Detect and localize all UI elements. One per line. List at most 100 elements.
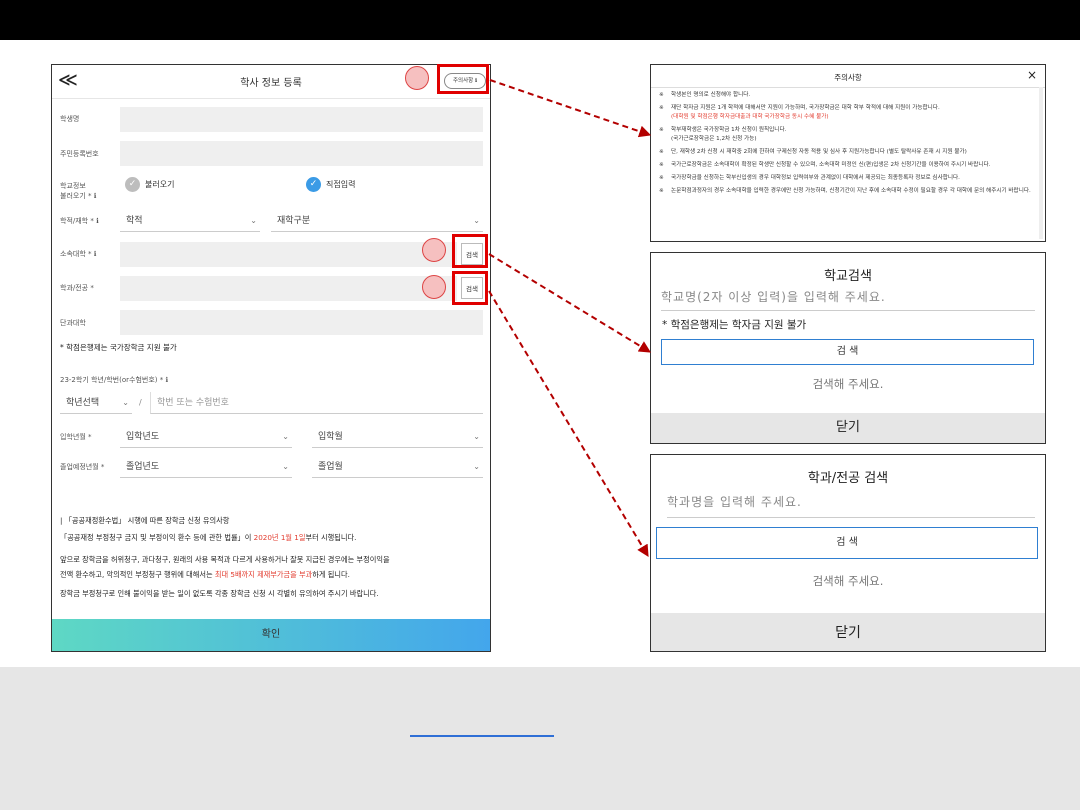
chevron-down-icon: ⌄ [122,398,129,407]
arrow-to-caution [489,79,652,138]
dept-search-input[interactable]: 학과명을 입력해 주세요. [667,493,1035,518]
caution-dialog: 주의사항 × ※ 학생본인 명의로 신청해야 합니다. ※ 재단 학자금 지원은 1개… [650,64,1046,242]
grad-year-select[interactable]: 졸업년도 ⌄ [120,456,292,478]
slash-separator: / [139,398,142,407]
caution-list: ※ 학생본인 명의로 신청해야 합니다. ※ 재단 학자금 지원은 1개 학적에 대해… [659,91,1031,200]
school-search-dialog: 학교검색 학교명(2자 이상 입력)을 입력해 주세요. * 학점은행제는 학자… [650,252,1046,444]
academic-info-form: ≪ 학사 정보 등록 주의사항 ℹ 학생명 주민등록번호 학교정보 불러오기 *… [51,64,491,652]
dept-search-highlight-box [452,271,488,305]
caution-item: ※ 재단 학자금 지원은 1개 학적에 대해서만 지원이 가능하며, 국가장학금은… [659,104,1031,122]
dept-search-dialog: 학과/전공 검색 학과명을 입력해 주세요. 검 색 검색해 주세요. 닫기 [650,454,1046,652]
scrollbar[interactable] [1039,87,1043,239]
student-name-field[interactable] [120,107,483,132]
notice-p1-date: 2020년 1월 1일 [253,533,306,542]
enroll-type-value: 재학구분 [277,216,311,226]
notice-paragraph-1: 「공공재정 부정청구 금지 및 부정이익 환수 등에 관한 법률」이 2020년… [60,530,356,545]
caution-marker: ※ [659,162,664,168]
radio-load-check-icon[interactable]: ✓ [125,177,140,192]
notice-p2-text: 앞으로 장학금을 허위청구, 과다청구, 원래의 사용 목적과 다르게 사용하거… [60,555,390,564]
enroll-select[interactable]: 학적 ⌄ [120,210,260,232]
dept-label: 학과/전공 * [60,284,94,292]
enroll-type-select[interactable]: 재학구분 ⌄ [271,210,483,232]
caution-item: ※ 학생본인 명의로 신청해야 합니다. [659,91,1031,100]
notice-title: | 「공공재정환수법」 시행에 따른 장학금 신청 유의사항 [60,516,230,525]
school-search-message: 검색해 주세요. [812,377,884,391]
credit-bank-note: * 학점은행제는 국가장학금 지원 불가 [60,343,177,352]
univ-label: 소속대학 * ℹ [60,250,97,258]
divider [651,87,1045,88]
school-search-input[interactable]: 학교명(2자 이상 입력)을 입력해 주세요. [661,288,1035,311]
chevron-down-icon: ⌄ [473,432,480,441]
student-name-label: 학생명 [60,115,80,123]
dept-field[interactable] [120,276,457,301]
caution-highlight-box [437,64,489,94]
caution-item: ※ 학부재학생은 국가장학금 1차 신청이 원칙입니다. (국가근로장학금은 1,2… [659,126,1031,144]
admission-year-select[interactable]: 입학년도 ⌄ [120,426,292,448]
college-field[interactable] [120,310,483,335]
notice-p2-penalty: 최대 5배까지 제재부가금을 부과 [214,570,313,579]
marker-circle-3 [422,275,446,299]
chevron-down-icon: ⌄ [282,462,289,471]
caution-marker: ※ [659,92,664,98]
caution-marker: ※ [659,188,664,194]
school-info-label: 학교정보 불러오기 * ℹ [60,182,97,200]
school-search-button[interactable]: 검 색 [661,339,1034,365]
grade-select[interactable]: 학년선택 ⌄ [60,392,132,414]
caution-item-text: 재단 학자금 지원은 1개 학적에 대해서만 지원이 가능하며, 국가장학금은 … [671,105,940,111]
caution-item: ※ 단, 재학생 2차 신청 시 재학중 2회에 한하여 구제신청 자동 적용 및… [659,148,1031,157]
caution-marker: ※ [659,105,664,111]
enroll-select-value: 학적 [126,216,143,226]
univ-field[interactable] [120,242,457,267]
school-search-title: 학교검색 [824,269,872,284]
marker-circle-1 [405,66,429,90]
univ-search-highlight-box [452,234,488,268]
admission-month-value: 입학월 [318,432,343,442]
caution-marker: ※ [659,127,664,133]
caution-item-subtext: (국가근로장학금은 1,2차 신청 가능) [671,136,757,142]
admission-month-select[interactable]: 입학월 ⌄ [312,426,483,448]
dept-search-close-button[interactable]: 닫기 [651,613,1045,651]
option-load-label: 불러오기 [145,180,175,189]
grade-label: 23-2학기 학년/학번(or수험번호) * ℹ [60,376,169,384]
grad-month-value: 졸업월 [318,462,343,472]
chevron-down-icon: ⌄ [473,462,480,471]
arrow-to-dept-search [488,290,649,558]
close-icon[interactable]: × [1027,68,1037,82]
caution-title: 주의사항 [834,73,862,82]
dept-search-title: 학과/전공 검색 [807,471,889,486]
chevron-down-icon: ⌄ [473,216,480,225]
college-label: 단과대학 [60,319,86,327]
grad-year-value: 졸업년도 [126,462,160,472]
notice-paragraph-2: 앞으로 장학금을 허위청구, 과다청구, 원래의 사용 목적과 다르게 사용하거… [60,552,484,582]
notice-p1-tail: 부터 시행됩니다. [305,533,357,542]
caution-item-text: 학부재학생은 국가장학금 1차 신청이 원칙입니다. [671,127,787,133]
grade-select-value: 학년선택 [66,398,100,408]
chevron-down-icon: ⌄ [250,216,257,225]
arrow-to-school-search [488,253,652,353]
rrn-label: 주민등록번호 [60,150,99,158]
bottom-gray-area [0,667,1080,810]
caution-item: ※ 국가근로장학금은 소속대학이 확정된 학생만 신청할 수 있으며, 소속대학 … [659,161,1031,170]
notice-p2-text-2: 전액 환수하고, 악의적인 부정청구 행위에 대해서는 [60,570,215,579]
dept-search-button[interactable]: 검 색 [656,527,1038,559]
confirm-button[interactable]: 확인 [52,619,490,651]
admission-year-value: 입학년도 [126,432,160,442]
notice-paragraph-3: 장학금 부정청구로 인해 불이익을 받는 일이 없도록 각종 장학금 신청 시 … [60,589,379,598]
rrn-field[interactable] [120,141,483,166]
grad-label: 졸업예정년월 * [60,463,105,471]
caution-item: ※ 국가장학금을 신청하는 학부신입생의 경우 대학정보 입력여부와 관계없이 대… [659,174,1031,183]
caution-item-text: 국가근로장학금은 소속대학이 확정된 학생만 신청할 수 있으며, 소속대학 미… [671,162,991,168]
student-no-input[interactable]: 학번 또는 수험번호 [150,392,483,414]
marker-circle-2 [422,238,446,262]
caution-item-text: 국가장학금을 신청하는 학부신입생의 경우 대학정보 입력여부와 관계없이 대학… [671,175,960,181]
dept-search-message: 검색해 주세요. [812,574,884,588]
school-search-close-button[interactable]: 닫기 [651,413,1045,443]
admission-label: 입학년월 * [60,433,92,441]
caution-item-text: 논문학점과정자의 경우 소속대학을 입력한 경우에만 신청 가능하며, 신청기간… [671,188,1031,194]
enroll-label: 학적/재학 * ℹ [60,217,99,225]
grad-month-select[interactable]: 졸업월 ⌄ [312,456,483,478]
notice-p1-text: 「공공재정 부정청구 금지 및 부정이익 환수 등에 관한 법률」이 [60,533,254,542]
option-direct-label: 직접입력 [326,180,356,189]
caution-item-text: 단, 재학생 2차 신청 시 재학중 2회에 한하여 구제신청 자동 적용 및 … [671,149,967,155]
radio-direct-check-icon[interactable]: ✓ [306,177,321,192]
